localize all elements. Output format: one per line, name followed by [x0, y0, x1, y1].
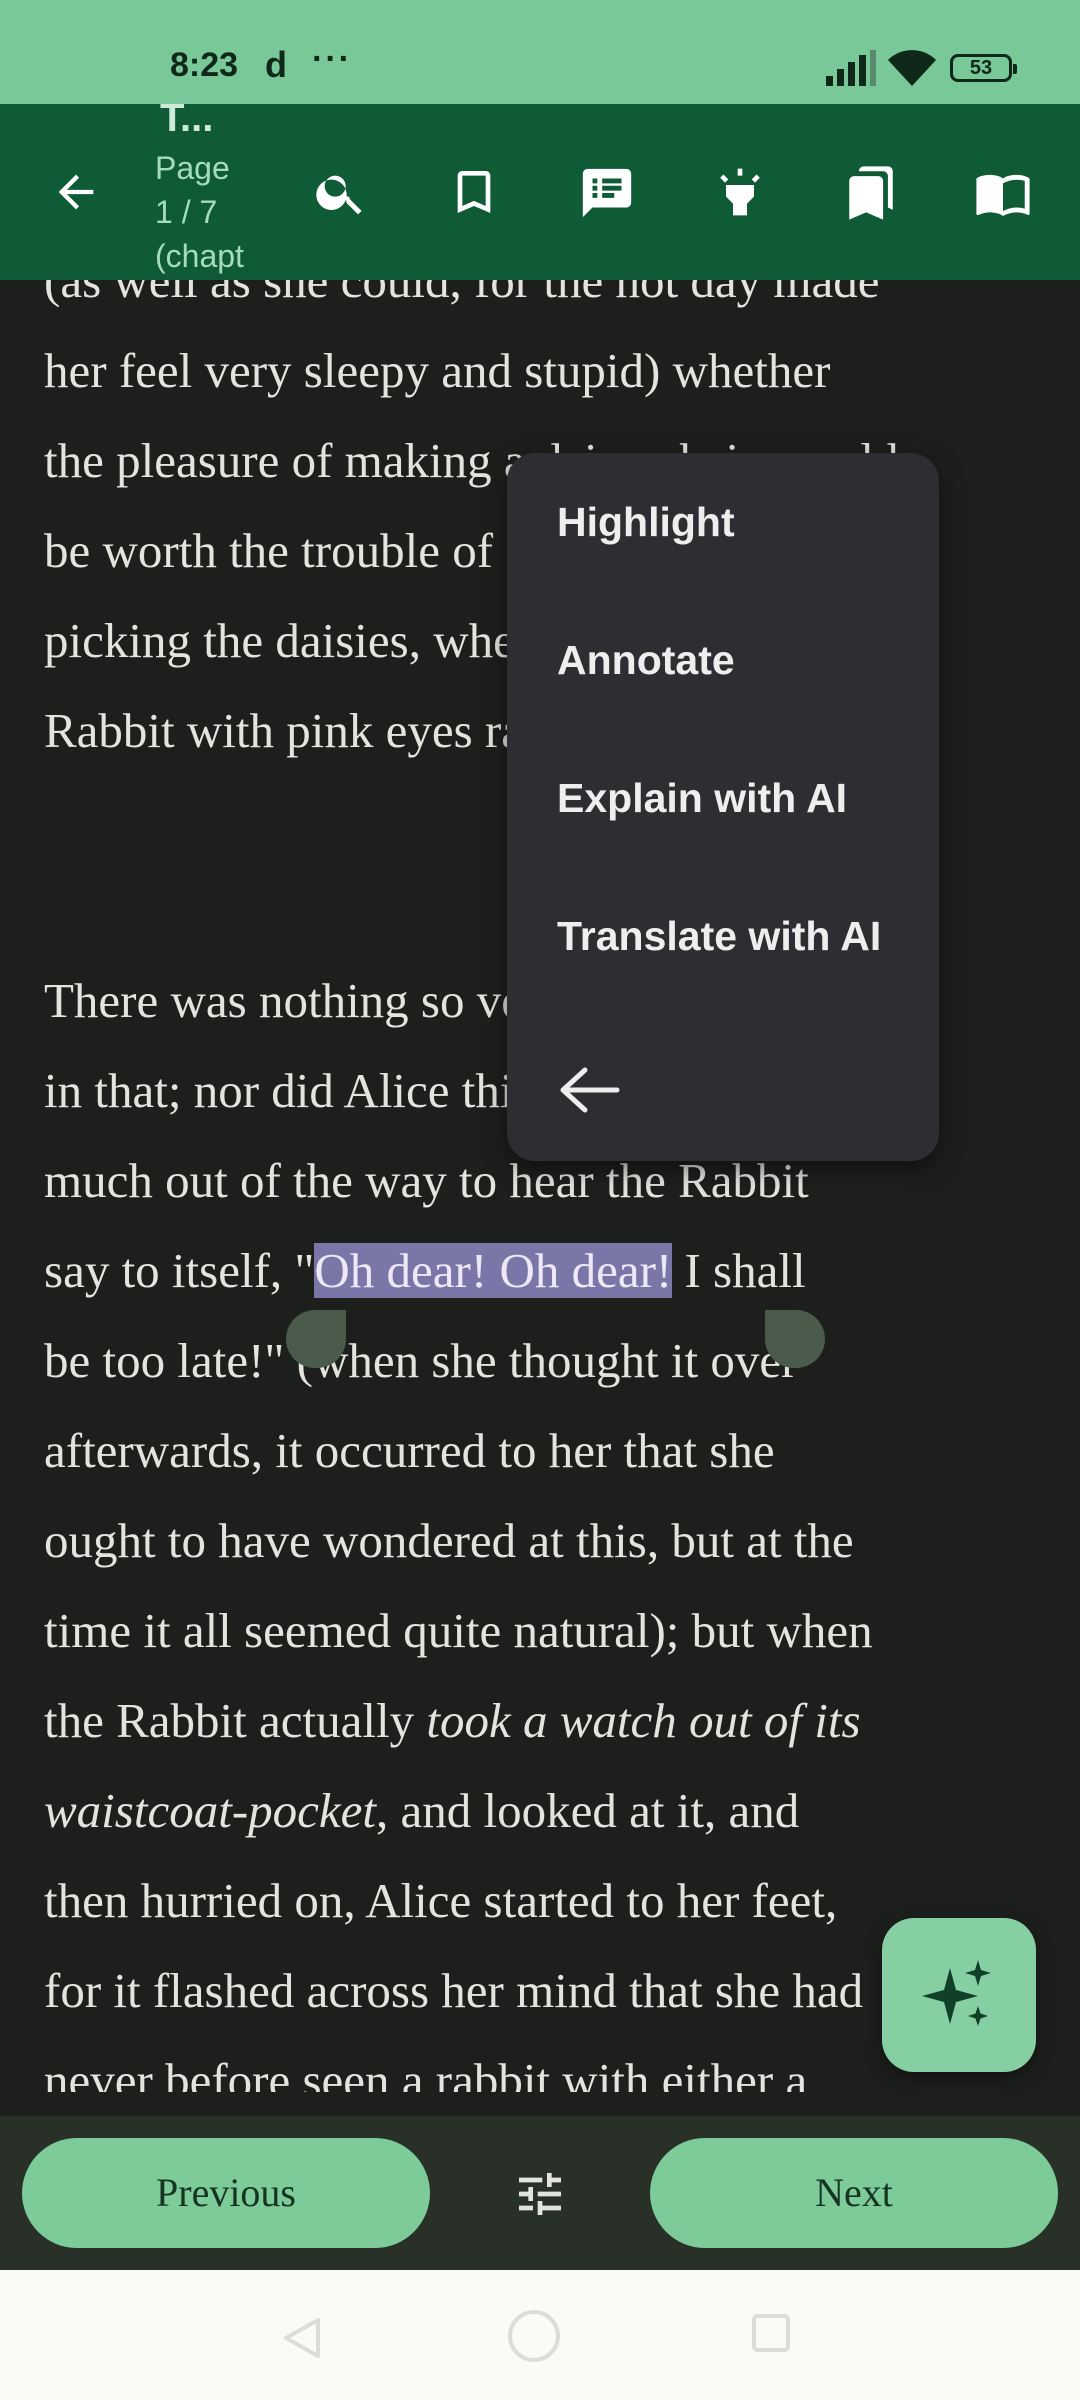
bookmark-icon[interactable]	[446, 164, 502, 220]
text-line: never before seen a rabbit with either a	[44, 2053, 808, 2092]
menu-item-highlight[interactable]: Highlight	[557, 499, 735, 546]
more-notifications-icon: ···	[312, 40, 352, 78]
highlight-icon[interactable]	[712, 164, 768, 220]
text-line: ought to have wondered at this, but at t…	[44, 1513, 854, 1568]
selection-start-handle[interactable]	[286, 1310, 346, 1368]
page-indicator: Page 1 / 7 (chapt	[155, 146, 244, 278]
previous-button[interactable]: Previous	[22, 2138, 430, 2248]
menu-item-annotate[interactable]: Annotate	[557, 637, 735, 684]
selected-text-highlight[interactable]: Oh dear! Oh dear!	[314, 1243, 673, 1298]
page-indicator-line: Page	[155, 150, 230, 186]
text-line: her feel very sleepy and stupid) whether	[44, 343, 831, 398]
text-segment: I shall	[672, 1243, 806, 1298]
wifi-icon	[888, 50, 936, 86]
system-navigation-bar	[0, 2270, 1080, 2400]
search-icon[interactable]	[313, 164, 369, 220]
menu-item-explain-ai[interactable]: Explain with AI	[557, 775, 847, 822]
sparkle-icon	[922, 1960, 991, 2026]
page-indicator-line: 1 / 7	[155, 194, 218, 230]
text-line: then hurried on, Alice started to her fe…	[44, 1873, 838, 1928]
book-title: T...	[160, 104, 214, 140]
text-line: be too late!" (when she thought it over	[44, 1333, 798, 1388]
annotations-icon[interactable]	[578, 164, 636, 222]
page-navigation-bar: Previous Next	[0, 2116, 1080, 2270]
text-segment: , and looked at it, and	[376, 1783, 800, 1838]
text-line: afterwards, it occurred to her that she	[44, 1423, 775, 1478]
app-notification-icon: d	[265, 44, 287, 85]
selection-end-handle[interactable]	[765, 1310, 825, 1368]
reader-toolbar: T... Page 1 / 7 (chapt	[0, 104, 1080, 280]
ai-assistant-button[interactable]	[882, 1918, 1036, 2072]
italic-text: waistcoat-pocket	[44, 1783, 377, 1838]
next-button[interactable]: Next	[650, 2138, 1058, 2248]
arrow-left-icon[interactable]	[557, 1065, 621, 1115]
italic-text: took a watch out of its	[426, 1693, 861, 1748]
system-recents-icon[interactable]	[752, 2314, 790, 2352]
text-line: for it flashed across her mind that she …	[44, 1963, 864, 2018]
status-bar: 8:23 d ··· 53	[0, 0, 1080, 104]
text-line: waistcoat-pocket, and looked at it, and	[44, 1782, 799, 1839]
selection-context-menu: Highlight Annotate Explain with AI Trans…	[507, 453, 939, 1161]
status-time: 8:23	[170, 46, 239, 84]
system-back-icon[interactable]	[280, 2316, 322, 2360]
menu-item-translate-ai[interactable]: Translate with AI	[557, 913, 881, 960]
tune-icon[interactable]	[510, 2166, 570, 2222]
text-segment: the Rabbit actually	[44, 1693, 427, 1748]
text-line: say to itself, "Oh dear! Oh dear! I shal…	[44, 1242, 806, 1299]
bookmarks-list-icon[interactable]	[842, 164, 900, 222]
signal-icon	[826, 50, 876, 86]
page-indicator-line: (chapt	[155, 238, 244, 274]
battery-icon: 53	[950, 54, 1017, 82]
text-line: time it all seemed quite natural); but w…	[44, 1603, 873, 1658]
back-arrow-icon[interactable]	[50, 166, 102, 218]
text-line: the Rabbit actually took a watch out of …	[44, 1692, 861, 1749]
book-open-icon[interactable]	[972, 164, 1034, 222]
system-home-icon[interactable]	[508, 2310, 560, 2362]
text-line: (as well as she could, for the hot day m…	[44, 280, 880, 308]
text-segment: say to itself, "	[44, 1243, 315, 1298]
